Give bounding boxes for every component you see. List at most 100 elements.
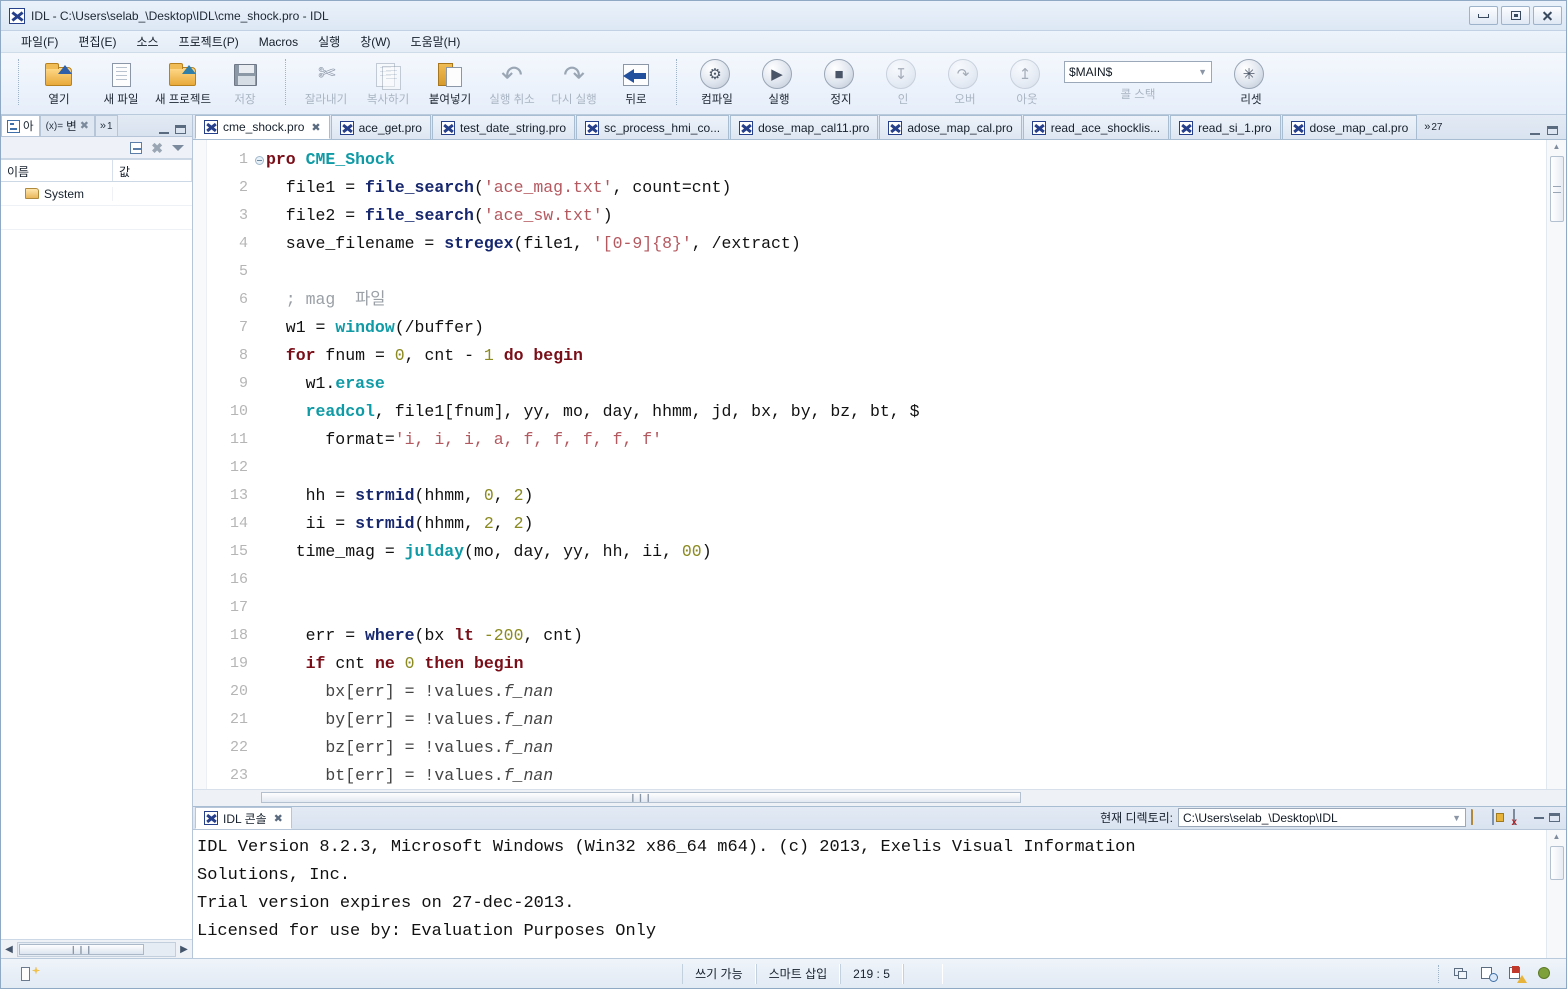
tab-dose-map-cal-pro[interactable]: dose_map_cal.pro bbox=[1281, 115, 1418, 139]
tab-read-si-1-pro[interactable]: read_si_1.pro bbox=[1170, 115, 1281, 139]
tab-dose-map-cal11-pro[interactable]: dose_map_cal11.pro bbox=[730, 115, 879, 139]
copy-button[interactable]: 복사하기 bbox=[357, 57, 419, 107]
tab-sc-process-hmi-co[interactable]: sc_process_hmi_co... bbox=[576, 115, 730, 139]
scroll-left-icon[interactable]: ◀ bbox=[1, 944, 17, 955]
console-output[interactable]: IDL Version 8.2.3, Microsoft Windows (Wi… bbox=[193, 830, 1546, 958]
maximize-icon[interactable] bbox=[1547, 126, 1558, 135]
tab-outline[interactable]: 아 bbox=[1, 115, 40, 136]
editor-hscroll-thumb[interactable]: ❙❙❙ bbox=[261, 792, 1021, 803]
menu-project[interactable]: 프로젝트(P) bbox=[169, 31, 249, 52]
undo-button[interactable]: ↶ 실행 취소 bbox=[481, 57, 543, 107]
tab-test-date-string-pro[interactable]: test_date_string.pro bbox=[431, 115, 576, 139]
idl-icon bbox=[204, 811, 218, 825]
menu-window[interactable]: 창(W) bbox=[350, 31, 400, 52]
tile-windows-icon[interactable] bbox=[1452, 965, 1470, 982]
open-button[interactable]: 열기 bbox=[28, 57, 90, 107]
open-folder-icon[interactable] bbox=[1471, 808, 1487, 826]
open-button-label: 열기 bbox=[48, 94, 70, 106]
save-button[interactable]: 저장 bbox=[214, 57, 276, 107]
line-number: 6 bbox=[238, 291, 248, 308]
redo-button[interactable]: ↷ 다시 실행 bbox=[543, 57, 605, 107]
problems-icon[interactable] bbox=[1508, 965, 1527, 983]
save-button-label: 저장 bbox=[234, 94, 256, 106]
code-token: ne bbox=[374, 654, 395, 673]
scroll-right-icon[interactable]: ▶ bbox=[176, 944, 192, 955]
code-token: file_search bbox=[365, 178, 474, 197]
minimize-icon[interactable] bbox=[1530, 132, 1540, 135]
step-into-button[interactable]: ↧ 인 bbox=[872, 57, 934, 107]
run-button[interactable]: ▶ 실행 bbox=[748, 57, 810, 107]
current-directory-control: 현재 디렉토리: C:\Users\selab_\Desktop\IDL ▼ bbox=[1100, 808, 1566, 829]
close-icon[interactable]: ✖ bbox=[311, 121, 320, 134]
hscroll-track[interactable]: ❙❙❙ bbox=[17, 941, 176, 957]
run-button-label: 실행 bbox=[768, 94, 790, 106]
code-token: 00 bbox=[681, 542, 702, 561]
menu-help[interactable]: 도움말(H) bbox=[401, 31, 471, 52]
left-panel-overflow[interactable]: » 1 bbox=[94, 115, 118, 136]
left-panel-hscrollbar[interactable]: ◀ ❙❙❙ ▶ bbox=[1, 939, 192, 958]
compile-button[interactable]: ⚙ 컴파일 bbox=[686, 57, 748, 107]
vscroll-thumb[interactable] bbox=[1549, 156, 1564, 222]
code-token: fnum = bbox=[315, 346, 395, 365]
new-file-button[interactable]: 새 파일 bbox=[90, 57, 152, 107]
close-icon[interactable]: ✖ bbox=[151, 141, 163, 155]
tab-idl-console[interactable]: IDL 콘솔 ✖ bbox=[195, 807, 292, 829]
step-over-button-label: 오버 bbox=[954, 94, 976, 106]
callstack-select[interactable]: $MAIN$ ▼ bbox=[1064, 61, 1212, 83]
tab-ace-get-pro[interactable]: ace_get.pro bbox=[330, 115, 431, 139]
editor-hscrollbar[interactable]: ❙❙❙ bbox=[193, 789, 1566, 806]
step-out-button[interactable]: ↥ 아웃 bbox=[996, 57, 1058, 107]
maximize-icon[interactable] bbox=[175, 125, 186, 134]
fold-toggle[interactable] bbox=[252, 146, 266, 174]
tab-adose-map-cal-pro[interactable]: adose_map_cal.pro bbox=[879, 115, 1022, 139]
code-editor[interactable]: 1 2 3 4 5 6 7 8 9 10 11 12 13 14 15 16 1… bbox=[193, 140, 1546, 789]
cut-button[interactable]: ✄ 잘라내기 bbox=[295, 57, 357, 107]
minimize-button[interactable] bbox=[1469, 6, 1498, 25]
back-button-label: 뒤로 bbox=[625, 94, 647, 106]
editor-tab-overflow[interactable]: » 27 bbox=[1418, 115, 1448, 139]
minimize-icon[interactable] bbox=[1534, 816, 1544, 819]
clear-console-icon[interactable] bbox=[1513, 808, 1529, 826]
step-over-button[interactable]: ↷ 오버 bbox=[934, 57, 996, 107]
restore-button[interactable] bbox=[1501, 6, 1530, 25]
table-row[interactable]: System bbox=[1, 182, 192, 206]
collapse-icon[interactable] bbox=[254, 156, 264, 166]
close-button[interactable] bbox=[1533, 6, 1562, 25]
code-text[interactable]: pro CME_Shock file1 = file_search('ace_m… bbox=[266, 140, 1546, 789]
menu-edit[interactable]: 편집(E) bbox=[68, 31, 126, 52]
hscroll-thumb[interactable]: ❙❙❙ bbox=[19, 943, 144, 955]
view-menu-icon[interactable] bbox=[172, 144, 184, 151]
code-folding-column[interactable] bbox=[252, 140, 266, 789]
debug-icon[interactable] bbox=[1536, 965, 1554, 982]
editor-hscroll-track[interactable]: ❙❙❙ bbox=[193, 791, 1566, 805]
current-directory-input[interactable]: C:\Users\selab_\Desktop\IDL ▼ bbox=[1178, 808, 1466, 827]
scroll-up-icon[interactable]: ▲ bbox=[1553, 142, 1561, 154]
console-vscrollbar[interactable]: ▲ bbox=[1546, 830, 1566, 958]
stop-button[interactable]: ■ 정지 bbox=[810, 57, 872, 107]
tab-variables[interactable]: (x)= 변 ✖ bbox=[39, 115, 95, 136]
tab-cme-shock-pro[interactable]: cme_shock.pro ✖ bbox=[195, 115, 330, 139]
collapse-all-icon[interactable] bbox=[130, 141, 143, 154]
menu-source[interactable]: 소스 bbox=[126, 31, 168, 52]
close-icon[interactable]: ✖ bbox=[80, 120, 89, 133]
tab-variables-label: 변 bbox=[66, 121, 77, 133]
new-project-button[interactable]: 새 프로젝트 bbox=[152, 57, 214, 107]
close-icon[interactable]: ✖ bbox=[274, 812, 283, 825]
maximize-icon[interactable] bbox=[1549, 813, 1560, 822]
tab-read-ace-shocklis[interactable]: read_ace_shocklis... bbox=[1022, 115, 1170, 139]
menu-file[interactable]: 파일(F) bbox=[11, 31, 68, 52]
build-history-icon[interactable] bbox=[1480, 965, 1498, 982]
editor-vscrollbar[interactable]: ▲ bbox=[1546, 140, 1566, 789]
lock-scroll-icon[interactable] bbox=[1492, 808, 1508, 826]
code-token: ii = bbox=[266, 514, 356, 533]
menu-run[interactable]: 실행 bbox=[308, 31, 350, 52]
copy-button-label: 복사하기 bbox=[366, 94, 410, 106]
menu-macros[interactable]: Macros bbox=[249, 33, 308, 51]
scroll-up-icon[interactable]: ▲ bbox=[1553, 832, 1561, 844]
minimize-icon[interactable] bbox=[159, 131, 169, 134]
reset-button[interactable]: ✳ 리셋 bbox=[1220, 57, 1282, 107]
console-vscroll-thumb[interactable] bbox=[1549, 846, 1564, 880]
back-button[interactable]: 뒤로 bbox=[605, 57, 667, 107]
paste-button[interactable]: 붙여넣기 bbox=[419, 57, 481, 107]
